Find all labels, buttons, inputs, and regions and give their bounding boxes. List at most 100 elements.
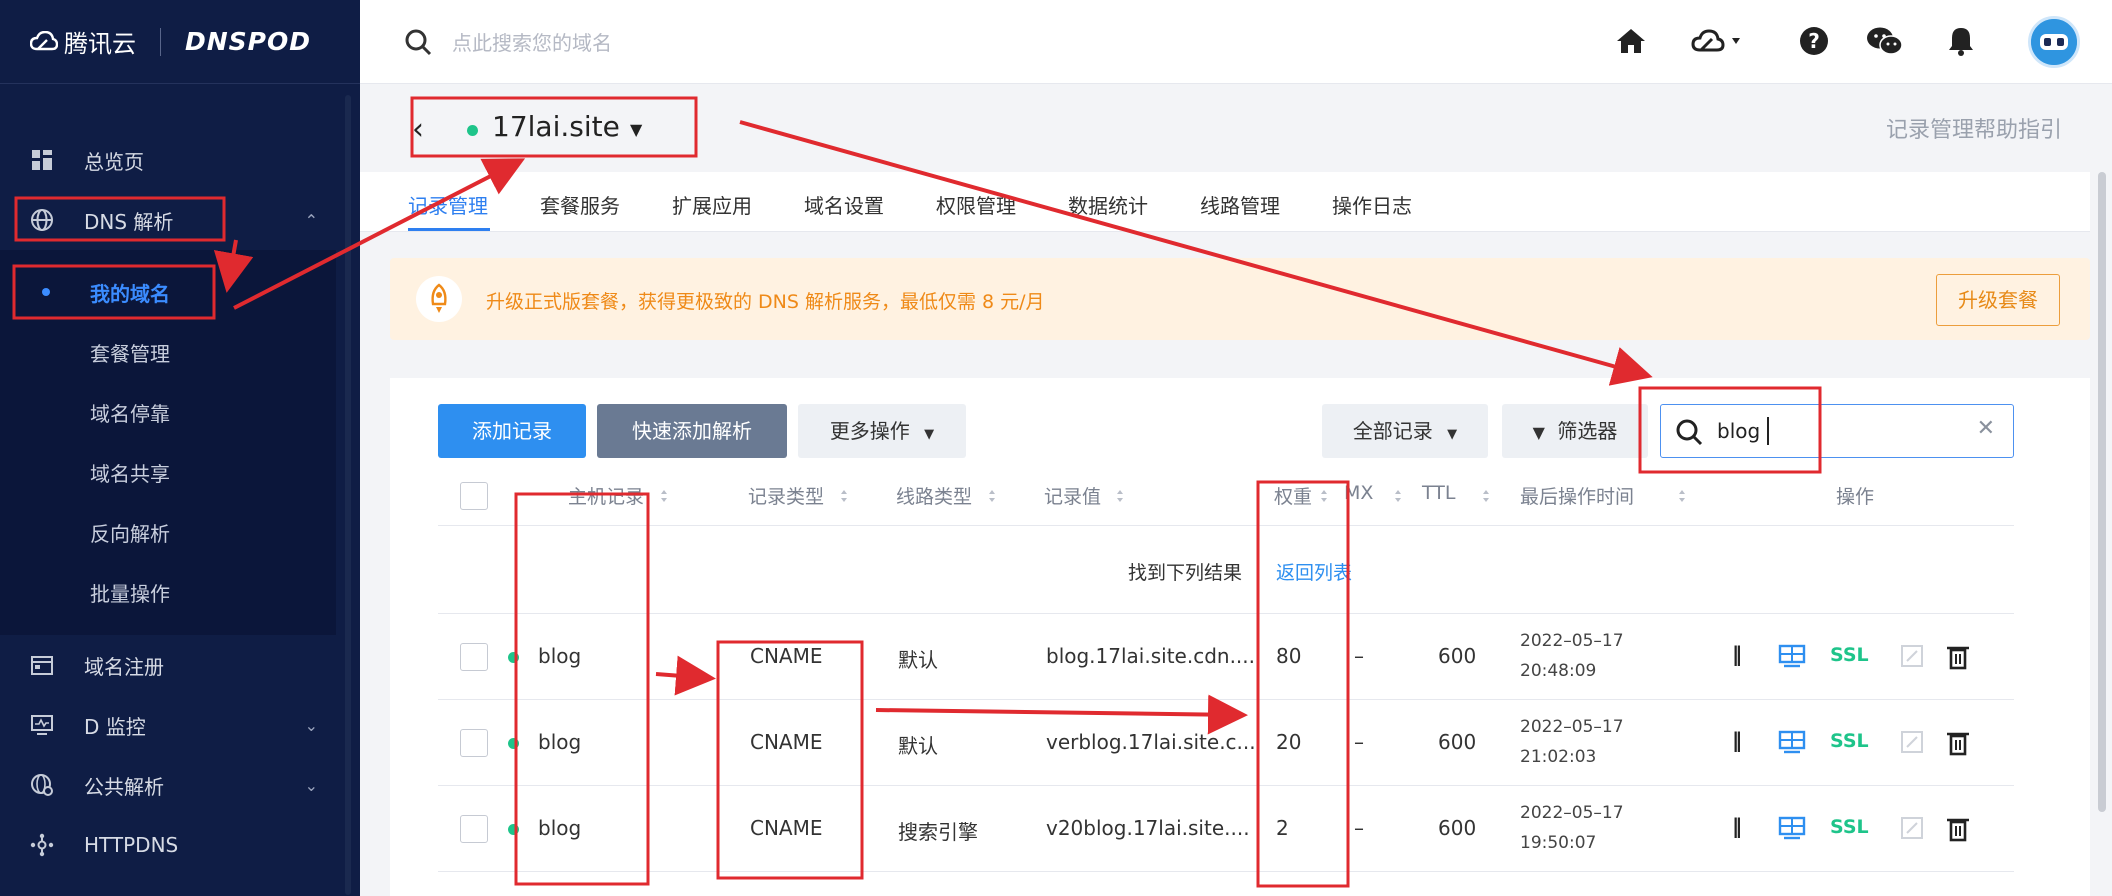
sort-icon[interactable] [840,488,848,504]
bell-icon[interactable] [1944,24,1978,58]
back-to-list-link[interactable]: 返回列表 [1276,558,1352,585]
cell-line[interactable]: 默认 [898,644,938,673]
cell-weight[interactable]: 2 [1276,816,1289,840]
pause-icon[interactable]: ‖ [1732,814,1742,838]
filter-button[interactable]: ▼ 筛选器 [1502,404,1648,458]
wechat-icon[interactable] [1865,24,1905,58]
tab-permissions[interactable]: 权限管理 [936,190,1016,219]
cell-type[interactable]: CNAME [750,644,823,668]
upgrade-package-button[interactable]: 升级套餐 [1936,274,2060,326]
caret-down-icon[interactable]: ▼ [630,120,642,139]
sort-icon[interactable] [1320,488,1328,504]
domain-selector[interactable]: 17lai.site [492,110,620,143]
sidebar-item-public-dns[interactable]: 公共解析 ⌄ [0,755,336,815]
sidebar-sub-item-parking[interactable]: 域名停靠 [0,382,336,442]
tab-packages[interactable]: 套餐服务 [540,190,620,219]
th-value[interactable]: 记录值 [1044,482,1101,509]
cell-value[interactable]: blog.17lai.site.cdn.... [1046,644,1255,668]
help-icon[interactable]: ? [1797,24,1831,58]
sort-icon[interactable] [660,488,668,504]
monitor-icon [31,715,53,735]
home-icon[interactable] [1614,24,1648,58]
sidebar-sub-item-packages[interactable]: 套餐管理 [0,322,336,382]
records-panel: 添加记录 快速添加解析 更多操作 ▼ 全部记录 ▼ ▼ 筛选器 blog ✕ 主… [390,378,2090,896]
row-checkbox[interactable] [460,643,488,671]
sidebar-scrollbar[interactable] [345,95,351,895]
cell-ttl[interactable]: 600 [1438,816,1476,840]
delete-icon[interactable] [1944,642,1972,670]
sidebar-sub-item-reverse[interactable]: 反向解析 [0,502,336,562]
ssl-button[interactable]: SSL [1830,644,1869,666]
cell-line[interactable]: 默认 [898,730,938,759]
th-type[interactable]: 记录类型 [748,482,824,509]
svg-text:?: ? [1808,29,1820,53]
cell-weight[interactable]: 80 [1276,644,1301,668]
tab-logs[interactable]: 操作日志 [1332,190,1412,219]
page-scrollbar[interactable] [2098,172,2106,812]
sort-icon[interactable] [1116,488,1124,504]
chevron-down-icon: ⌄ [304,775,318,795]
th-line[interactable]: 线路类型 [896,482,972,509]
pause-icon[interactable]: ‖ [1732,728,1742,752]
record-search-input[interactable]: blog ✕ [1660,404,2014,458]
sort-icon[interactable] [988,488,996,504]
monitor-record-icon[interactable] [1778,642,1806,670]
sort-icon[interactable] [1394,488,1402,504]
sidebar-item-domain-registration[interactable]: 域名注册 [0,635,336,695]
help-guide-link[interactable]: 记录管理帮助指引 [1886,112,2062,144]
tab-records[interactable]: 记录管理 [408,190,488,219]
cell-type[interactable]: CNAME [750,816,823,840]
cell-value[interactable]: v20blog.17lai.site.... [1046,816,1250,840]
select-all-checkbox[interactable] [460,482,488,510]
cell-ttl[interactable]: 600 [1438,644,1476,668]
row-checkbox[interactable] [460,729,488,757]
delete-icon[interactable] [1944,728,1972,756]
row-checkbox[interactable] [460,815,488,843]
delete-icon[interactable] [1944,814,1972,842]
tab-extensions[interactable]: 扩展应用 [672,190,752,219]
monitor-record-icon[interactable] [1778,814,1806,842]
cell-type[interactable]: CNAME [750,730,823,754]
th-weight[interactable]: 权重 [1274,482,1312,509]
edit-icon[interactable] [1898,728,1926,756]
cell-weight[interactable]: 20 [1276,730,1301,754]
clear-icon[interactable]: ✕ [1977,416,1995,441]
cell-ttl[interactable]: 600 [1438,730,1476,754]
th-ttl[interactable]: TTL [1422,482,1455,504]
add-record-button[interactable]: 添加记录 [438,404,586,458]
sidebar-item-overview[interactable]: 总览页 [0,130,336,190]
cell-host[interactable]: blog [538,644,581,668]
th-mx[interactable]: MX [1344,482,1373,504]
sidebar-item-d-monitor[interactable]: D 监控 ⌄ [0,695,336,755]
cell-host[interactable]: blog [538,816,581,840]
cell-line[interactable]: 搜索引擎 [898,816,978,845]
sidebar-sub-item-batch[interactable]: 批量操作 [0,562,336,622]
edit-icon[interactable] [1898,642,1926,670]
quick-add-button[interactable]: 快速添加解析 [597,404,787,458]
sort-icon[interactable] [1678,488,1686,504]
tab-lines[interactable]: 线路管理 [1200,190,1280,219]
pause-icon[interactable]: ‖ [1732,642,1742,666]
monitor-record-icon[interactable] [1778,728,1806,756]
ssl-button[interactable]: SSL [1830,730,1869,752]
tab-settings[interactable]: 域名设置 [804,190,884,219]
tab-statistics[interactable]: 数据统计 [1068,190,1148,219]
th-updated[interactable]: 最后操作时间 [1520,482,1634,509]
sub-item-label: 域名共享 [90,461,170,486]
cloud-icon[interactable] [1690,24,1746,58]
sidebar-item-httpdns[interactable]: HTTPDNS [0,815,336,875]
sidebar-sub-item-my-domains[interactable]: 我的域名 [0,262,336,322]
cell-value[interactable]: verblog.17lai.site.c... [1046,730,1256,754]
edit-icon[interactable] [1898,814,1926,842]
all-records-dropdown[interactable]: 全部记录 ▼ [1322,404,1488,458]
back-arrow-icon[interactable]: ‹ [412,112,424,147]
domain-search-input[interactable] [452,26,952,60]
sort-icon[interactable] [1482,488,1490,504]
ssl-button[interactable]: SSL [1830,816,1869,838]
more-actions-button[interactable]: 更多操作 ▼ [798,404,966,458]
cell-host[interactable]: blog [538,730,581,754]
avatar[interactable] [2028,16,2080,68]
sidebar-sub-item-sharing[interactable]: 域名共享 [0,442,336,502]
th-host[interactable]: 主机记录 [568,482,644,509]
sidebar-item-dns[interactable]: DNS 解析 ⌃ [0,190,336,250]
